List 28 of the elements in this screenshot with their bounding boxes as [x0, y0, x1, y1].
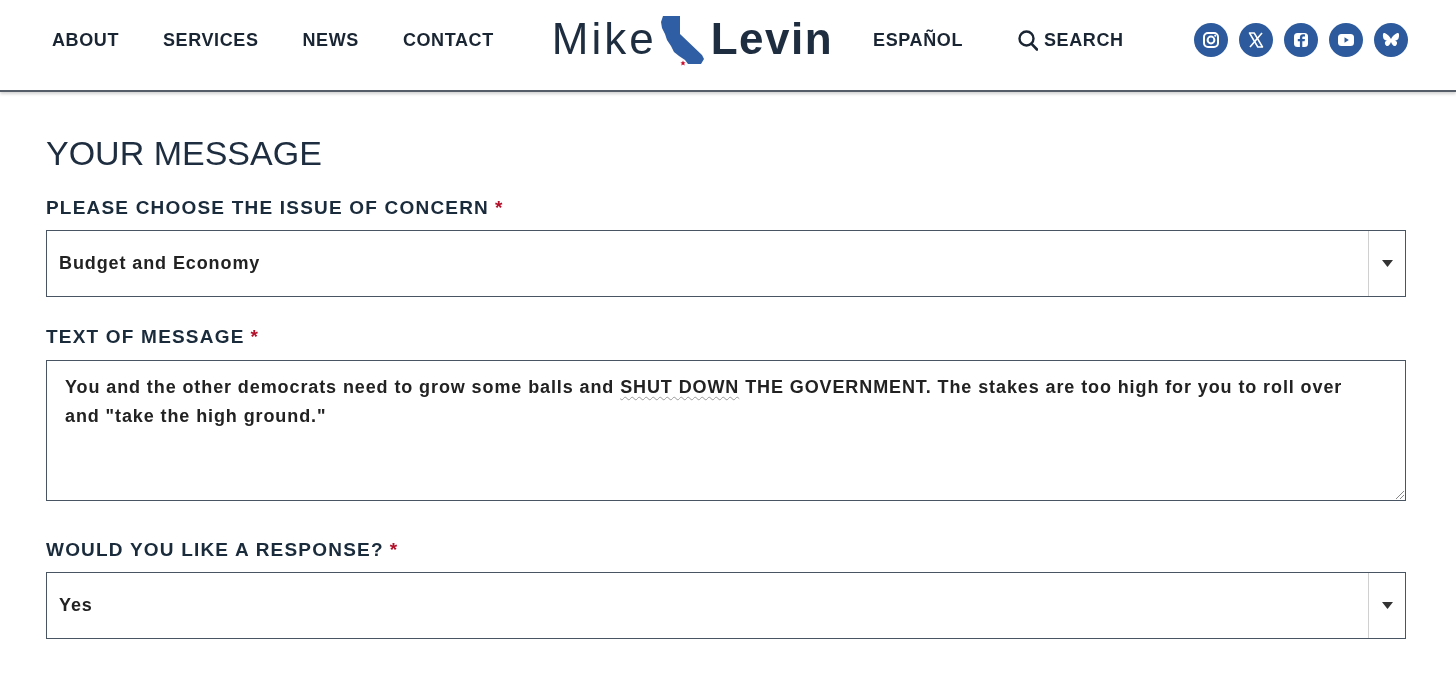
x-letter-icon[interactable]	[1238, 23, 1273, 57]
message-textarea[interactable]: You and the other democrats need to grow some balls and SHUT DOWN THE GOVERNMENT. The stakes are too high for you to roll over and "take the high ground."	[46, 360, 1406, 501]
butterfly-icon[interactable]	[1373, 23, 1408, 57]
resize-grip-icon[interactable]	[1395, 490, 1404, 499]
nav-link[interactable]: CONTACT	[402, 29, 494, 51]
field-label: WOULD YOU LIKE A RESPONSE?	[46, 539, 384, 561]
nav-link[interactable]: NEWS	[302, 29, 359, 51]
language-link[interactable]: ESPAÑOL	[873, 29, 963, 51]
logo-text[interactable]: Mike	[551, 14, 657, 64]
search-link[interactable]: SEARCH	[1018, 29, 1124, 51]
play-icon[interactable]	[1328, 23, 1363, 57]
select-dropdown[interactable]: Budget and Economy	[46, 230, 1406, 297]
nav-link[interactable]: SERVICES	[163, 29, 259, 51]
required-asterisk: *	[495, 197, 503, 219]
field-label: TEXT OF MESSAGE	[46, 326, 245, 348]
section-heading: YOUR MESSAGE	[46, 133, 323, 173]
caret-icon[interactable]	[1381, 260, 1393, 267]
state-map-icon[interactable]	[660, 16, 705, 66]
nav-link[interactable]: ABOUT	[52, 29, 119, 51]
required-asterisk: *	[250, 326, 258, 348]
caret-icon[interactable]	[1381, 602, 1393, 609]
camera-icon[interactable]	[1193, 23, 1228, 57]
f-letter-icon[interactable]	[1283, 23, 1318, 57]
select-dropdown[interactable]: Yes	[46, 572, 1406, 639]
search-icon[interactable]	[1018, 29, 1038, 51]
logo-text[interactable]: Levin	[710, 14, 834, 64]
required-asterisk: *	[389, 539, 398, 561]
field-label: PLEASE CHOOSE THE ISSUE OF CONCERN	[46, 197, 490, 219]
